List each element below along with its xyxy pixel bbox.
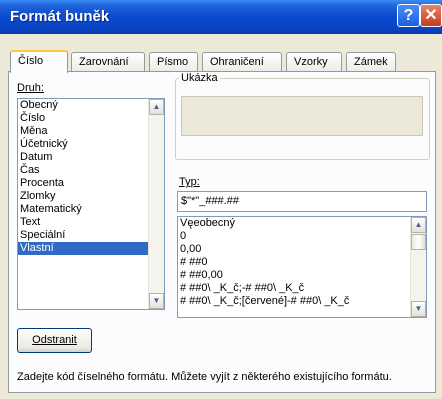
list-item[interactable]: Účetnický (18, 138, 164, 151)
down-arrow-icon[interactable]: ▼ (411, 301, 426, 317)
type-list[interactable]: Vęeobecný 0 0,00 # ##0 # ##0,00 # ##0\ _K_č;-… (177, 216, 427, 318)
tab-panel-cislo: Druh: Obecný Číslo Měna Účetnický Datum Čas Pr… (8, 71, 436, 393)
category-list[interactable]: Obecný Číslo Měna Účetnický Datum Čas Procenta… (17, 98, 165, 310)
title-bar: Formát buněk ? ✕ (0, 0, 442, 34)
scroll-thumb[interactable] (411, 234, 426, 250)
list-item[interactable]: # ##0\ _K_č;-# ##0\ _K_č (178, 282, 426, 295)
question-icon: ? (403, 7, 414, 24)
sample-preview (181, 96, 423, 136)
list-item[interactable]: Text (18, 216, 164, 229)
list-item[interactable]: Speciální (18, 229, 164, 242)
type-label: Typ: (179, 176, 200, 188)
tab-vzorky[interactable]: Vzorky (286, 52, 342, 72)
window-title: Formát buněk (10, 8, 110, 25)
tab-ohraniceni[interactable]: Ohraničení (202, 52, 282, 72)
list-item[interactable]: Čas (18, 164, 164, 177)
down-arrow-icon[interactable]: ▼ (149, 293, 164, 309)
category-scrollbar[interactable]: ▲ ▼ (148, 99, 164, 309)
list-item[interactable]: # ##0,00 (178, 269, 426, 282)
list-item[interactable]: Obecný (18, 99, 164, 112)
list-item[interactable]: Vęeobecný (178, 217, 426, 230)
list-item[interactable]: Procenta (18, 177, 164, 190)
up-arrow-icon[interactable]: ▲ (149, 99, 164, 115)
list-item[interactable]: # ##0\ _K_č;[červené]-# ##0\ _K_č (178, 295, 426, 308)
up-arrow-icon[interactable]: ▲ (411, 217, 426, 233)
list-item[interactable]: Číslo (18, 112, 164, 125)
list-item[interactable]: Měna (18, 125, 164, 138)
tab-zamek[interactable]: Zámek (346, 52, 396, 72)
category-items: Obecný Číslo Měna Účetnický Datum Čas Procenta… (18, 99, 164, 255)
tab-zarovnani[interactable]: Zarovnání (71, 52, 145, 72)
tab-pismo[interactable]: Písmo (149, 52, 198, 72)
tab-cislo[interactable]: Číslo (10, 50, 68, 73)
sample-label: Ukázka (179, 72, 220, 84)
format-description: Zadejte kód číselného formátu. Můžete vy… (17, 371, 392, 383)
list-item[interactable]: # ##0 (178, 256, 426, 269)
close-button[interactable]: ✕ (420, 4, 442, 27)
dialog-body: Číslo Zarovnání Písmo Ohraničení Vzorky … (0, 34, 442, 399)
list-item[interactable]: 0,00 (178, 243, 426, 256)
delete-button-label: Odstranit (32, 334, 77, 346)
type-scrollbar[interactable]: ▲ ▼ (410, 217, 426, 317)
category-label: Druh: (17, 82, 44, 94)
type-items: Vęeobecný 0 0,00 # ##0 # ##0,00 # ##0\ _K_č;-… (178, 217, 426, 308)
close-icon: ✕ (424, 7, 438, 24)
delete-button[interactable]: Odstranit (17, 328, 92, 353)
help-button[interactable]: ? (397, 4, 420, 27)
type-input[interactable]: $"*"_###.## (177, 191, 427, 212)
list-item[interactable]: Matematický (18, 203, 164, 216)
list-item[interactable]: Zlomky (18, 190, 164, 203)
list-item[interactable]: 0 (178, 230, 426, 243)
list-item[interactable]: Datum (18, 151, 164, 164)
list-item[interactable]: Vlastní (18, 242, 164, 255)
